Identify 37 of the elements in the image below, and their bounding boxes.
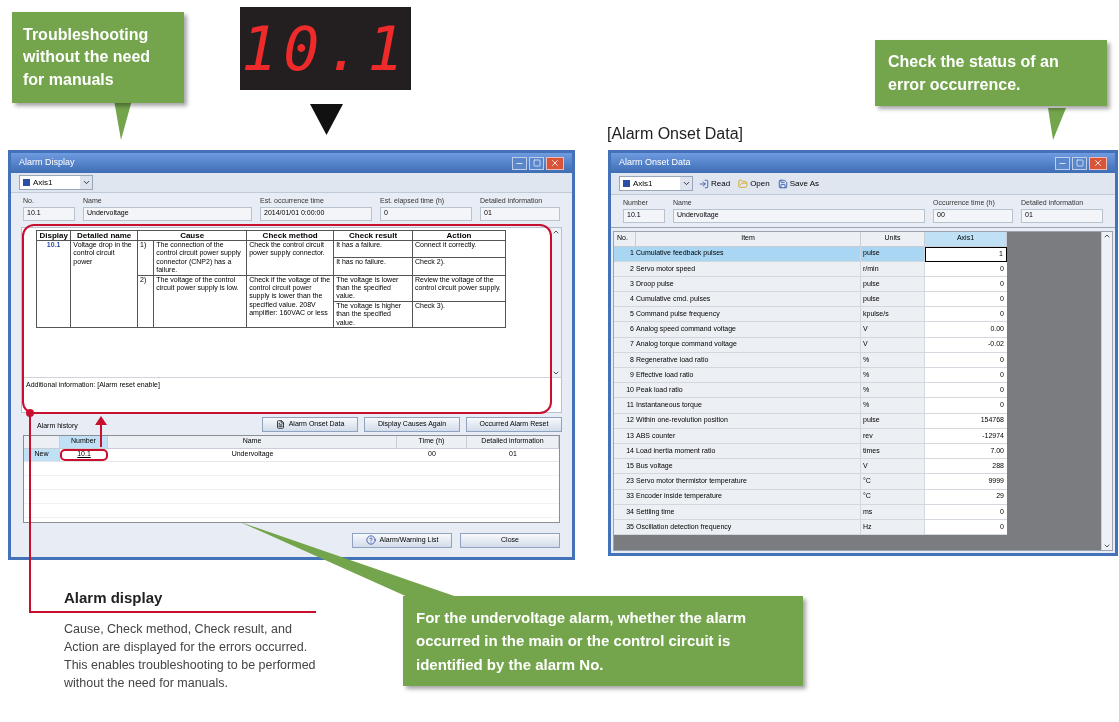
column-header: Check result	[333, 230, 413, 241]
column-header: Cause	[137, 230, 247, 241]
close-icon[interactable]	[546, 156, 564, 170]
axis-icon	[623, 180, 630, 187]
callout: Check the status of an error occurrence.	[875, 40, 1107, 107]
document-icon	[275, 419, 285, 429]
dropdown-caret-icon[interactable]	[680, 177, 692, 190]
dropdown-caret-icon[interactable]	[80, 176, 92, 189]
down-triangle-icon	[310, 104, 343, 135]
arrow-up-icon	[95, 416, 107, 447]
callout-pointer	[1046, 108, 1068, 142]
scroll-down-icon[interactable]	[1103, 542, 1111, 550]
axis-icon	[23, 179, 30, 186]
column-header: Display	[36, 230, 71, 241]
column-header: Detailed name	[70, 230, 138, 241]
scrollbar[interactable]	[1101, 231, 1112, 550]
minimize-icon[interactable]	[1055, 156, 1070, 170]
folder-icon	[738, 178, 749, 189]
axis-select[interactable]: Axis1	[19, 175, 93, 190]
toolbar-button[interactable]: Read	[697, 177, 733, 190]
column-header: Check method	[246, 230, 334, 241]
led-readout: 10.1	[240, 7, 411, 90]
scrollbar[interactable]	[550, 227, 561, 377]
note-title: Alarm display	[64, 588, 163, 608]
callout: Troubleshooting without the need for manuals	[12, 12, 184, 104]
toolbar-button[interactable]: Save As	[775, 177, 822, 190]
close-icon[interactable]	[1089, 156, 1107, 170]
toolbar-button[interactable]: Open	[736, 177, 772, 190]
window-title: Alarm Display	[19, 156, 75, 170]
minimize-icon[interactable]	[512, 156, 527, 170]
arrow-into-icon	[699, 178, 709, 189]
help-icon	[365, 535, 376, 545]
window-title: Alarm Onset Data	[619, 156, 691, 170]
column-header: Action	[412, 230, 506, 241]
note-text: Cause, Check method, Check result, and Action are displayed for the errors occurred. This enables troubleshooting to be performed without the need for manuals.	[64, 621, 317, 693]
axis-select[interactable]: Axis1	[619, 176, 693, 191]
section-caption: [Alarm Onset Data]	[607, 124, 744, 144]
